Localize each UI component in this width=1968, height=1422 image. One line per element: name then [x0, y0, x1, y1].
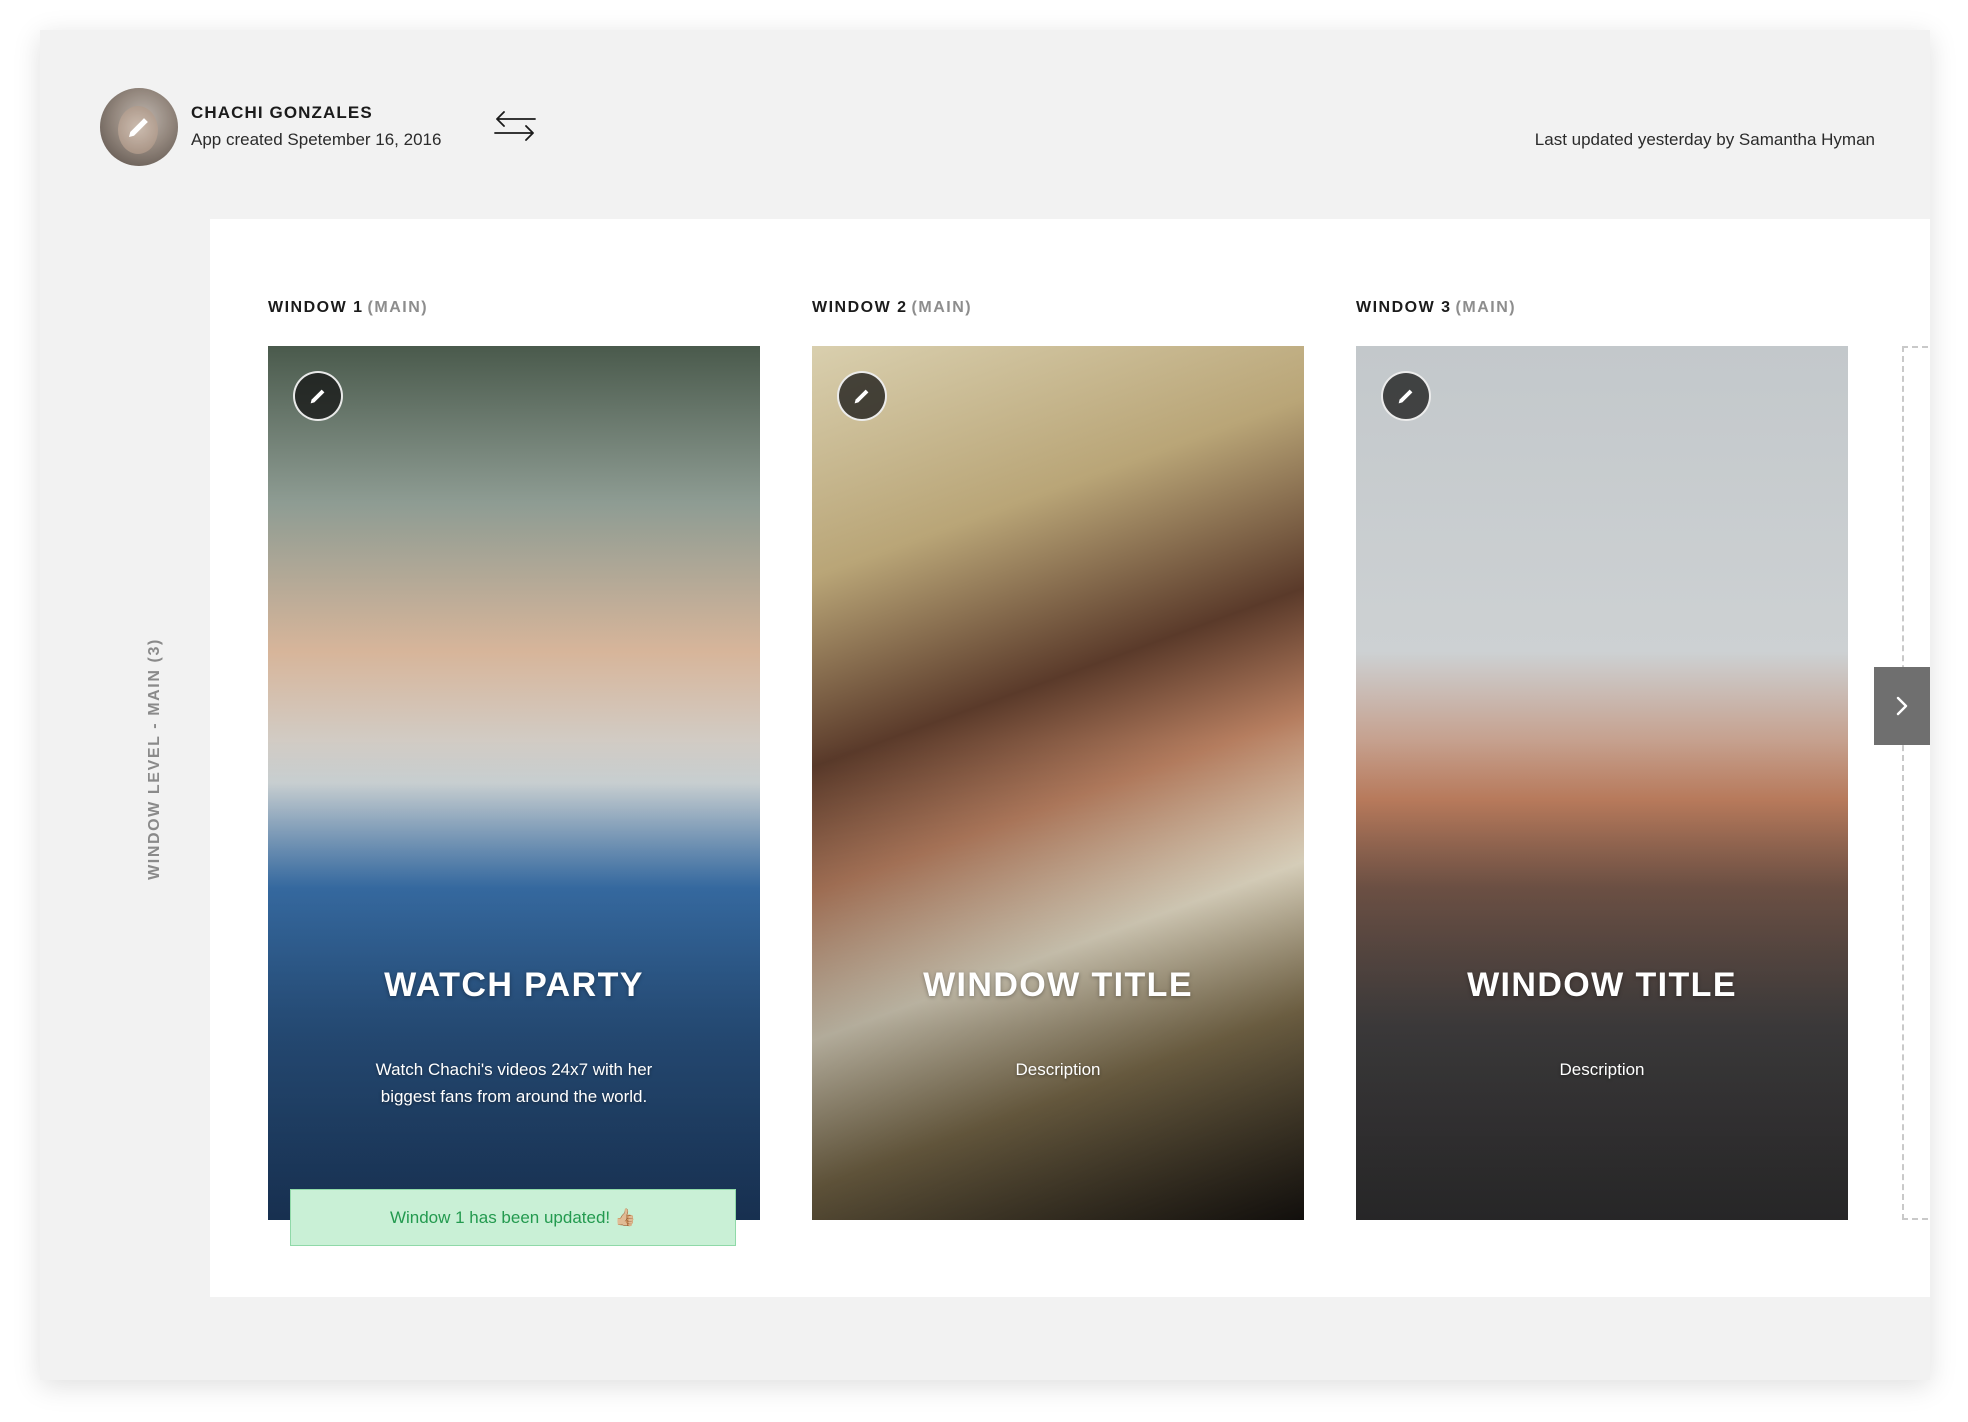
owner-name: CHACHI GONZALES: [191, 103, 373, 122]
window-card-3[interactable]: WINDOW TITLE Description: [1356, 346, 1848, 1220]
window-level-label: WINDOW LEVEL - MAIN (3): [146, 638, 163, 880]
window-3-label: WINDOW 3: [1356, 299, 1452, 316]
window-3-sub: (MAIN): [1455, 299, 1517, 316]
edit-window-3-button[interactable]: [1381, 371, 1431, 421]
window-card-2[interactable]: WINDOW TITLE Description: [812, 346, 1304, 1220]
window-2-header: WINDOW 2 (MAIN): [812, 299, 972, 317]
level-rail: WINDOW LEVEL - MAIN (3): [100, 219, 210, 1297]
chevron-right-icon: [1896, 696, 1908, 716]
pencil-icon[interactable]: [100, 88, 178, 166]
window-1-title: WATCH PARTY: [384, 966, 644, 1004]
window-1-header: WINDOW 1 (MAIN): [268, 299, 428, 317]
window-card-1[interactable]: WATCH PARTY Watch Chachi's videos 24x7 w…: [268, 346, 760, 1220]
next-window-button[interactable]: [1874, 667, 1930, 745]
pencil-icon: [310, 389, 325, 404]
pencil-icon: [854, 389, 869, 404]
window-3-header: WINDOW 3 (MAIN): [1356, 299, 1516, 317]
window-1-description: Watch Chachi's videos 24x7 with her bigg…: [375, 1060, 653, 1106]
last-updated: Last updated yesterday by Samantha Hyman: [1534, 130, 1875, 149]
swap-arrows-icon[interactable]: [493, 108, 537, 144]
edit-window-1-button[interactable]: [293, 371, 343, 421]
avatar[interactable]: [100, 88, 178, 166]
pencil-icon: [1398, 389, 1413, 404]
created-date: App created Spetember 16, 2016: [191, 130, 442, 149]
window-2-description: Description: [1015, 1060, 1101, 1079]
window-1-label: WINDOW 1: [268, 299, 364, 316]
window-2-sub: (MAIN): [911, 299, 973, 316]
add-window-placeholder[interactable]: [1902, 346, 1928, 1220]
window-1-sub: (MAIN): [367, 299, 429, 316]
window-3-description: Description: [1559, 1060, 1645, 1079]
update-toast: Window 1 has been updated! 👍🏼: [290, 1189, 736, 1246]
window-2-label: WINDOW 2: [812, 299, 908, 316]
edit-window-2-button[interactable]: [837, 371, 887, 421]
window-3-title: WINDOW TITLE: [1467, 966, 1737, 1004]
window-2-title: WINDOW TITLE: [923, 966, 1193, 1004]
